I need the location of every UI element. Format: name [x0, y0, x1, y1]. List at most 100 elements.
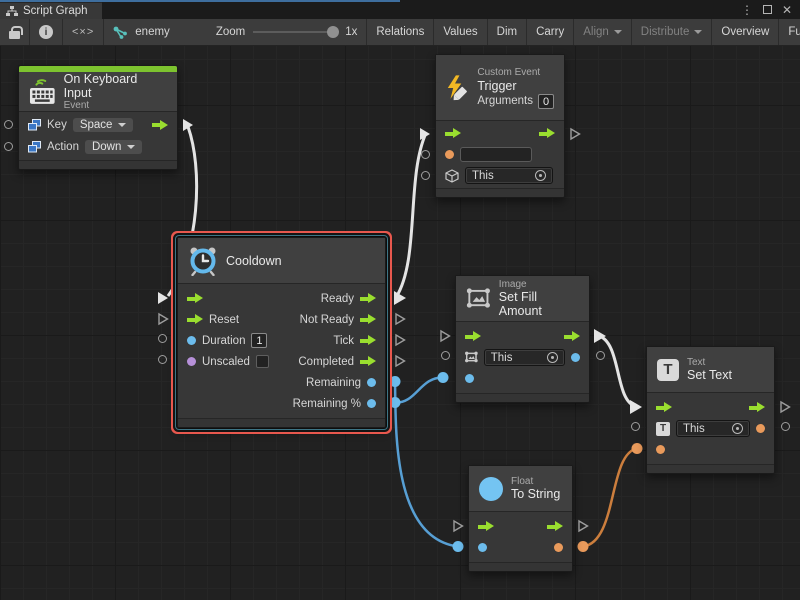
node-header[interactable]: On Keyboard Input Event [19, 72, 177, 112]
object-picker-icon[interactable] [547, 352, 558, 363]
ext-flow-out-connected[interactable] [181, 118, 195, 132]
ext-flow-out[interactable] [576, 519, 590, 533]
dim-button[interactable]: Dim [488, 19, 527, 45]
wire-image-to-settext[interactable] [598, 336, 636, 407]
ext-flow-in-connected[interactable] [156, 291, 170, 305]
node-header[interactable]: Float To String [469, 466, 572, 512]
ext-port-key[interactable] [4, 120, 13, 129]
unscaled-port[interactable] [187, 357, 196, 366]
wire-endpoint [390, 397, 401, 408]
align-button[interactable]: Align [574, 19, 632, 45]
duration-field[interactable]: 1 [251, 333, 267, 348]
ext-flow-out[interactable] [778, 400, 792, 414]
ext-duration-port[interactable] [158, 334, 167, 343]
ext-completed-out[interactable] [393, 354, 407, 368]
graph-canvas[interactable]: On Keyboard Input Event Key Space [0, 46, 800, 600]
notready-flow-out[interactable] [360, 314, 376, 325]
reset-flow-in[interactable] [187, 314, 203, 325]
node-header[interactable]: Custom Event Trigger Arguments 0 [436, 55, 564, 121]
tick-flow-out[interactable] [360, 335, 376, 346]
duration-port[interactable] [187, 336, 196, 345]
flow-in-port[interactable] [656, 402, 672, 413]
target-selector[interactable]: This [676, 420, 750, 437]
values-button[interactable]: Values [434, 19, 487, 45]
ext-reset-flow-in[interactable] [156, 312, 170, 326]
arguments-field[interactable]: 0 [538, 94, 554, 109]
float-in-port[interactable] [478, 543, 487, 552]
fullscreen-button[interactable]: Full Screen [779, 19, 800, 45]
ext-target-port[interactable] [631, 422, 640, 431]
object-picker-icon[interactable] [732, 423, 743, 434]
target-out-port[interactable] [571, 353, 580, 362]
info-button[interactable]: i [30, 19, 63, 45]
flow-out-port[interactable] [539, 128, 555, 139]
more-icon[interactable]: ⋮ [741, 4, 753, 16]
flow-in-port[interactable] [187, 293, 203, 304]
flow-out-port[interactable] [152, 120, 168, 131]
ready-flow-out[interactable] [360, 293, 376, 304]
ext-target-port[interactable] [441, 351, 450, 360]
lock-button[interactable] [0, 19, 30, 45]
unscaled-checkbox[interactable] [256, 355, 269, 368]
key-dropdown[interactable]: Space [73, 118, 134, 132]
fillamount-port[interactable] [465, 374, 474, 383]
text-value-port[interactable] [656, 445, 665, 454]
target-selector[interactable]: This [484, 349, 565, 366]
target-out-port[interactable] [756, 424, 765, 433]
ext-target-out-port[interactable] [596, 351, 605, 360]
carry-button[interactable]: Carry [527, 19, 574, 45]
object-picker-icon[interactable] [535, 170, 546, 181]
completed-flow-out[interactable] [360, 356, 376, 367]
flow-in-port[interactable] [445, 128, 461, 139]
wire-remainingpct-to-fillamount[interactable] [395, 377, 443, 402]
flow-out-port[interactable] [564, 331, 580, 342]
ext-notready-out[interactable] [393, 312, 407, 326]
string-port[interactable] [445, 150, 454, 159]
tab-script-graph[interactable]: Script Graph [0, 2, 102, 19]
flow-out-port[interactable] [547, 521, 563, 532]
graph-breadcrumb[interactable]: enemy [104, 19, 179, 45]
ext-unscaled-port[interactable] [158, 355, 167, 364]
ext-tick-out[interactable] [393, 333, 407, 347]
ext-flow-in-connected[interactable] [628, 399, 644, 415]
distribute-button[interactable]: Distribute [632, 19, 713, 45]
code-preview-button[interactable]: <×> [63, 19, 104, 45]
action-dropdown[interactable]: Down [85, 140, 142, 154]
ext-flow-out[interactable] [568, 127, 582, 141]
node-float-to-string[interactable]: Float To String [468, 465, 573, 572]
node-cooldown[interactable]: Cooldown Ready Reset Not Ready [177, 237, 386, 428]
ext-flow-in[interactable] [451, 519, 465, 533]
ext-flow-out-connected[interactable] [592, 328, 608, 344]
event-name-input[interactable] [460, 147, 532, 162]
close-icon[interactable]: ✕ [782, 4, 792, 16]
zoom-slider-handle[interactable] [327, 26, 339, 38]
float-icon [479, 477, 503, 501]
wire-tostring-to-settext[interactable] [583, 449, 637, 547]
ext-target-out-port[interactable] [781, 422, 790, 431]
node-image-set-fill-amount[interactable]: Image Set Fill Amount [455, 275, 590, 403]
remaining-pct-port[interactable] [367, 399, 376, 408]
target-selector[interactable]: This [465, 167, 553, 184]
flow-out-port[interactable] [749, 402, 765, 413]
wire-remaining-to-tostring[interactable] [395, 382, 458, 547]
ext-flow-in[interactable] [438, 329, 452, 343]
node-on-keyboard-input[interactable]: On Keyboard Input Event Key Space [18, 65, 178, 170]
node-text-set-text[interactable]: T Text Set Text T This [646, 346, 775, 474]
remaining-port[interactable] [367, 378, 376, 387]
flow-in-port[interactable] [478, 521, 494, 532]
ext-ready-out-connected[interactable] [392, 290, 408, 306]
node-header[interactable]: Cooldown [178, 238, 385, 284]
overview-button[interactable]: Overview [712, 19, 779, 45]
flow-in-port[interactable] [465, 331, 481, 342]
ext-port-action[interactable] [4, 142, 13, 151]
relations-button[interactable]: Relations [367, 19, 434, 45]
ext-port-name[interactable] [421, 150, 430, 159]
zoom-slider[interactable] [253, 31, 337, 33]
node-custom-event-trigger[interactable]: Custom Event Trigger Arguments 0 [435, 54, 565, 198]
node-header[interactable]: Image Set Fill Amount [456, 276, 589, 322]
node-header[interactable]: T Text Set Text [647, 347, 774, 393]
ext-port-target[interactable] [421, 171, 430, 180]
ext-flow-in-connected[interactable] [418, 127, 432, 141]
maximize-icon[interactable] [763, 5, 772, 14]
string-out-port[interactable] [554, 543, 563, 552]
